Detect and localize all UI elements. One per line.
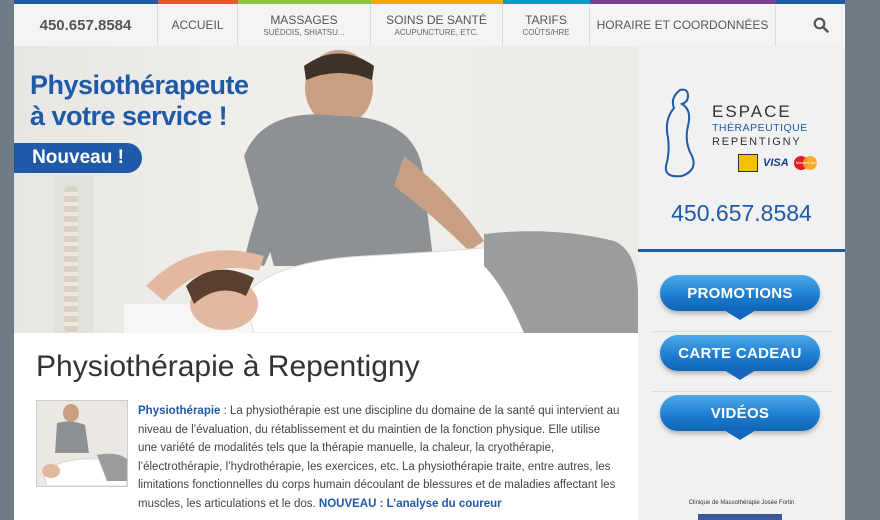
top-nav: 450.657.8584 ACCUEIL MASSAGES SUÉDOIS, S…	[14, 0, 845, 47]
videos-button[interactable]: VIDÉOS	[660, 395, 820, 440]
nav-item-accueil[interactable]: ACCUEIL	[158, 4, 238, 46]
sidebar: ESPACE THÉRAPEUTIQUE REPENTIGNY VISA Mas…	[638, 46, 845, 520]
nav-phone[interactable]: 450.657.8584	[14, 4, 158, 46]
nav-item-label: HORAIRE ET COORDONNÉES	[596, 18, 769, 32]
nav-item-label: TARIFS	[525, 13, 567, 27]
nav-item-sublabel: SUÉDOIS, SHIATSU...	[263, 28, 345, 37]
body-silhouette-logo-icon	[664, 88, 695, 178]
logo-line1: ESPACE	[712, 102, 792, 121]
button-separator	[652, 391, 832, 392]
spine-model-image	[64, 186, 78, 333]
intro-paragraph: Physiothérapie : La physiothérapie est u…	[138, 402, 620, 514]
new-badge-label: Nouveau !	[32, 147, 124, 168]
gift-card-button-label: CARTE CADEAU	[678, 344, 802, 362]
visa-card-logo: VISA	[763, 157, 789, 169]
physiotherapy-thumbnail	[36, 400, 128, 487]
hero-headline-line1: Physiothérapeute	[30, 70, 249, 100]
promotions-button[interactable]: PROMOTIONS	[660, 275, 820, 320]
debit-card-icon	[738, 154, 758, 172]
runner-analysis-link[interactable]: NOUVEAU : L’analyse du coureur	[319, 498, 502, 510]
company-logo[interactable]: ESPACE THÉRAPEUTIQUE REPENTIGNY VISA Mas…	[658, 86, 828, 181]
physiotherapy-link[interactable]: Physiothérapie	[138, 405, 220, 417]
nav-item-soins-de-sante[interactable]: SOINS DE SANTÉ ACUPUNCTURE, ETC.	[371, 4, 503, 46]
nav-item-horaire[interactable]: HORAIRE ET COORDONNÉES	[590, 4, 776, 46]
hero-headline-line2: à votre service !	[30, 101, 228, 131]
button-separator	[652, 331, 832, 332]
nav-item-sublabel: COÛTS/HRE	[522, 28, 570, 37]
facebook-widget[interactable]	[698, 514, 782, 520]
promotions-button-label: PROMOTIONS	[687, 284, 793, 302]
search-button[interactable]	[797, 4, 845, 46]
sidebar-phone[interactable]: 450.657.8584	[638, 200, 845, 227]
nav-item-label: SOINS DE SANTÉ	[386, 13, 487, 27]
nav-item-massages[interactable]: MASSAGES SUÉDOIS, SHIATSU...	[238, 4, 371, 46]
nav-item-tarifs[interactable]: TARIFS COÛTS/HRE	[503, 4, 590, 46]
thumbnail-photo	[37, 401, 127, 486]
nav-item-label: MASSAGES	[270, 13, 338, 27]
payment-cards: VISA MasterCard	[738, 154, 818, 172]
nav-phone-number: 450.657.8584	[39, 16, 132, 34]
logo-line2: THÉRAPEUTIQUE	[712, 122, 808, 134]
gift-card-button[interactable]: CARTE CADEAU	[660, 335, 820, 380]
videos-button-label: VIDÉOS	[710, 404, 770, 422]
mastercard-icon: MasterCard	[793, 156, 818, 170]
search-icon	[813, 17, 829, 33]
hero-banner: Physiothérapeute à votre service ! Nouve…	[14, 46, 638, 333]
nav-item-label: ACCUEIL	[171, 18, 224, 32]
page-title: Physiothérapie à Repentigny	[36, 350, 420, 383]
page: 450.657.8584 ACCUEIL MASSAGES SUÉDOIS, S…	[14, 0, 845, 520]
sidebar-divider	[638, 249, 845, 252]
hero-headline: Physiothérapeute à votre service !	[30, 70, 249, 132]
clinic-name: Clinique de Massothérapie Josée Fortin	[688, 500, 795, 506]
intro-body-text: : La physiothérapie est une discipline d…	[138, 405, 620, 510]
nav-item-sublabel: ACUPUNCTURE, ETC.	[394, 28, 479, 37]
logo-line3: REPENTIGNY	[712, 136, 802, 148]
new-badge[interactable]: Nouveau !	[14, 143, 142, 173]
